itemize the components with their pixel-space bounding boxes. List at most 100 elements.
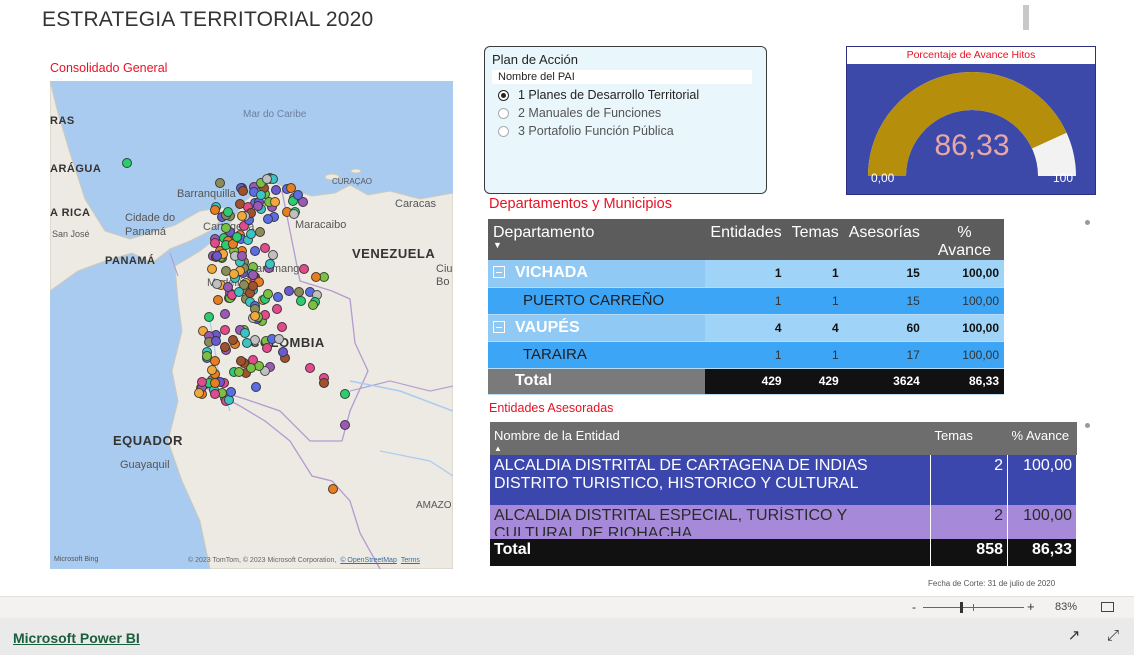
cell-temas: 1 [786, 341, 844, 369]
terms-link[interactable]: Terms [401, 557, 420, 564]
map-point[interactable] [210, 377, 221, 388]
map-point[interactable] [249, 245, 260, 256]
map-point[interactable] [193, 387, 204, 398]
map-point[interactable] [214, 177, 225, 188]
cell-asesorias: 15 [843, 287, 925, 315]
map-point[interactable] [231, 231, 242, 242]
cell-avance: 100,00 [924, 287, 1004, 315]
map-point[interactable] [228, 268, 239, 279]
map-point[interactable] [233, 287, 244, 298]
osm-link[interactable]: © OpenStreetMap [340, 557, 397, 564]
map-point[interactable] [270, 196, 281, 207]
map-point[interactable] [270, 184, 281, 195]
footer-bar: Microsoft Power BI ↗ ⤢ [0, 618, 1134, 655]
cell-entidades: 1 [705, 341, 787, 369]
radio-selected-icon[interactable] [498, 89, 509, 101]
collapse-icon[interactable] [493, 320, 505, 333]
map-point[interactable] [206, 364, 217, 375]
map-point[interactable] [271, 303, 282, 314]
visual-scroll-indicator[interactable] [1085, 220, 1090, 225]
progress-gauge[interactable]: Porcentaje de Avance Hitos 86,33 0,00 10… [846, 46, 1096, 195]
entities-title: Entidades Asesoradas [489, 401, 614, 415]
col-temas[interactable]: Temas [786, 219, 844, 260]
row-label[interactable]: VICHADA [488, 260, 706, 288]
radio-icon[interactable] [498, 125, 509, 137]
matrix-row-taraira[interactable]: TARAIRA 1 1 17 100,00 [488, 341, 1004, 369]
matrix-row-vaupes[interactable]: VAUPÉS 4 4 60 100,00 [488, 314, 1004, 342]
cell-entidades: 1 [705, 260, 787, 288]
table-row[interactable]: ALCALDIA DISTRITAL ESPECIAL, TURÍSTICO Y… [490, 505, 1077, 539]
map-point[interactable] [339, 389, 350, 400]
map-point[interactable] [295, 295, 306, 306]
map-point[interactable] [209, 237, 220, 248]
col-asesorias[interactable]: Asesorías [843, 219, 925, 260]
col-temas[interactable]: Temas [930, 422, 1008, 455]
map-point[interactable] [239, 327, 250, 338]
scrollbar-grip[interactable] [1023, 5, 1029, 30]
zoom-slider-thumb[interactable] [960, 602, 963, 613]
map-visual[interactable]: Mar do Caribe RAS ARÁGUA A RICA San José… [50, 81, 453, 569]
col-avance[interactable]: % Avance [924, 219, 1004, 260]
report-title: ESTRATEGIA TERRITORIAL 2020 [42, 8, 374, 31]
map-point[interactable] [254, 227, 265, 238]
total-temas: 429 [786, 368, 844, 395]
map-label-caracas: Caracas [395, 198, 436, 210]
map-point[interactable] [241, 338, 252, 349]
map-label-curacao: CURAÇAO [332, 177, 373, 186]
gauge-title: Porcentaje de Avance Hitos [847, 47, 1095, 64]
power-bi-link[interactable]: Microsoft Power BI [13, 630, 140, 646]
matrix-row-puerto-carreno[interactable]: PUERTO CARREÑO 1 1 15 100,00 [488, 287, 1004, 315]
map-title: Consolidado General [50, 61, 168, 75]
cell-temas: 2 [930, 505, 1008, 539]
gauge-value: 86,33 [934, 129, 1010, 162]
map-point[interactable] [226, 386, 237, 397]
map-point[interactable] [247, 281, 258, 292]
row-label[interactable]: VAUPÉS [488, 314, 706, 342]
radio-icon[interactable] [498, 107, 509, 119]
fullscreen-icon[interactable]: ⤢ [1105, 628, 1121, 644]
collapse-icon[interactable] [493, 266, 505, 279]
map-point[interactable] [263, 213, 274, 224]
municipality-name: TARAIRA [488, 341, 706, 369]
map-point[interactable] [210, 335, 221, 346]
table-total-row: Total 858 86,33 [490, 539, 1077, 566]
map-point[interactable] [245, 229, 256, 240]
map-point[interactable] [262, 342, 273, 353]
map-point[interactable] [328, 483, 338, 494]
cell-temas: 1 [786, 287, 844, 315]
map-point[interactable] [237, 251, 248, 261]
table-row[interactable]: ALCALDIA DISTRITAL DE CARTAGENA DE INDIA… [490, 455, 1077, 505]
fit-to-page-icon[interactable] [1101, 602, 1114, 612]
map-point[interactable] [255, 190, 266, 201]
zoom-bar: - + 83% [0, 596, 1134, 618]
cell-asesorias: 15 [843, 260, 925, 288]
map-point[interactable] [277, 346, 288, 357]
map-point[interactable] [261, 174, 272, 185]
col-avance[interactable]: % Avance [1007, 422, 1077, 455]
sort-desc-icon[interactable]: ▼ [493, 240, 700, 250]
map-point[interactable] [299, 263, 310, 274]
cell-temas: 4 [786, 314, 844, 342]
gauge-max: 100 [1053, 171, 1074, 185]
map-point[interactable] [220, 223, 231, 234]
map-point[interactable] [213, 294, 223, 305]
zoom-out-button[interactable]: - [912, 600, 916, 614]
zoom-in-button[interactable]: + [1027, 599, 1035, 614]
share-icon[interactable]: ↗ [1066, 628, 1082, 644]
visual-scroll-indicator[interactable] [1085, 423, 1090, 428]
col-departamento[interactable]: Departamento ▼ [488, 219, 706, 260]
sort-asc-icon[interactable]: ▲ [494, 444, 927, 453]
col-entidades[interactable]: Entidades [705, 219, 787, 260]
entity-name-cell: ALCALDIA DISTRITAL ESPECIAL, TURÍSTICO Y… [490, 505, 932, 539]
slicer-option-3[interactable]: 3 Portafolio Función Pública [492, 124, 759, 138]
map-point[interactable] [210, 388, 221, 399]
cell-entidades: 1 [705, 287, 787, 315]
map-point[interactable] [202, 350, 213, 361]
slicer-option-1[interactable]: 1 Planes de Desarrollo Territorial [492, 88, 759, 102]
slicer-option-2[interactable]: 2 Manuales de Funciones [492, 106, 759, 120]
map-point[interactable] [211, 279, 222, 290]
map-point[interactable] [304, 362, 315, 373]
col-nombre-entidad[interactable]: Nombre de la Entidad ▲ [490, 422, 931, 455]
map-point[interactable] [121, 158, 132, 169]
matrix-row-vichada[interactable]: VICHADA 1 1 15 100,00 [488, 260, 1004, 288]
